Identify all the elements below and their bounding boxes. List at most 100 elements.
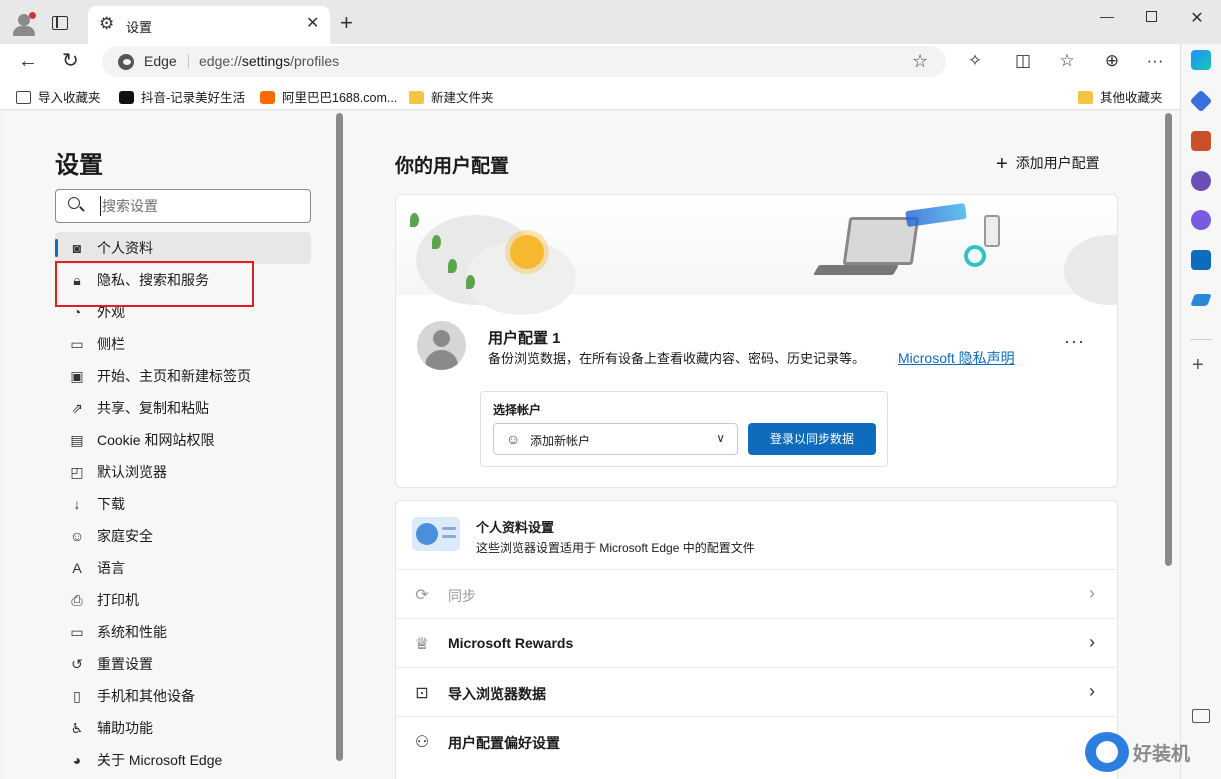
title-bar: ⚙ 设置 ✕ + — ✕ <box>0 0 1221 44</box>
split-screen-icon[interactable]: ◫ <box>1012 51 1034 71</box>
import-data-icon: ⊡ <box>415 685 429 702</box>
close-window-button[interactable]: ✕ <box>1187 8 1207 28</box>
search-settings[interactable] <box>55 189 311 223</box>
maximize-button[interactable] <box>1141 8 1161 25</box>
reload-button[interactable]: ↻ <box>62 49 79 73</box>
profile-settings-description: 这些浏览器设置适用于 Microsoft Edge 中的配置文件 <box>476 541 755 555</box>
laptop-base-illustration <box>813 265 899 275</box>
setting-row-rewards[interactable]: ♕ Microsoft Rewards › <box>396 618 1117 667</box>
setting-row-sync[interactable]: ⟳ 同步 › <box>396 569 1117 618</box>
page-title: 你的用户配置 <box>395 156 510 177</box>
leaf-icon <box>466 275 475 289</box>
add-sidebar-app-icon[interactable]: + <box>1192 354 1204 377</box>
chevron-right-icon: › <box>1089 632 1095 652</box>
nav-item-default-browser[interactable]: ◰ 默认浏览器 <box>55 456 311 488</box>
outlook-icon[interactable] <box>1191 250 1211 270</box>
edge-icon: ◕ <box>72 752 82 768</box>
tools-icon[interactable] <box>1191 131 1211 151</box>
swirl-illustration <box>964 245 986 267</box>
close-tab-icon[interactable]: ✕ <box>306 15 319 33</box>
cookie-icon: ▤ <box>70 431 84 448</box>
nav-item-profiles[interactable]: ◙ 个人资料 <box>55 232 311 264</box>
nav-item-reset[interactable]: ↺ 重置设置 <box>55 648 311 680</box>
system-icon: ▭ <box>70 623 84 640</box>
microsoft365-icon[interactable] <box>1191 210 1211 230</box>
setting-row-import[interactable]: ⊡ 导入浏览器数据 › <box>396 667 1117 716</box>
favorite-item-douyin[interactable]: 抖音-记录美好生活 <box>119 87 245 106</box>
privacy-statement-link[interactable]: Microsoft 隐私声明 <box>898 348 1015 368</box>
shopping-tag-icon[interactable] <box>1189 89 1213 113</box>
account-select-value: 添加新帐户 <box>530 434 591 448</box>
nav-item-languages[interactable]: A 语言 <box>55 552 311 584</box>
sidebar-settings-icon[interactable] <box>1192 709 1210 723</box>
profile-avatar-button[interactable] <box>10 10 38 38</box>
nav-item-family[interactable]: ☺ 家庭安全 <box>55 520 311 552</box>
leaf-icon <box>432 235 441 249</box>
nav-item-phone[interactable]: ▯ 手机和其他设备 <box>55 680 311 712</box>
watermark-eye-icon <box>1085 732 1129 772</box>
nav-item-sidebar[interactable]: ▭ 侧栏 <box>55 328 311 360</box>
extensions-icon[interactable]: ✧ <box>964 51 986 71</box>
favorite-item-alibaba[interactable]: 阿里巴巴1688.com... <box>260 87 397 106</box>
copilot-icon[interactable] <box>1191 50 1211 70</box>
favorite-item-import[interactable]: 导入收藏夹 <box>16 87 101 106</box>
person-icon: ◙ <box>72 240 82 256</box>
import-icon <box>16 91 31 104</box>
nav-item-printers[interactable]: ⎙ 打印机 <box>55 584 311 616</box>
other-favorites-folder[interactable]: 其他收藏夹 <box>1078 87 1163 106</box>
nav-item-cookies[interactable]: ▤ Cookie 和网站权限 <box>55 424 311 456</box>
printer-icon: ⎙ <box>71 591 83 608</box>
profile-settings-card: 个人资料设置 这些浏览器设置适用于 Microsoft Edge 中的配置文件 … <box>395 500 1118 779</box>
new-tab-button[interactable]: + <box>340 12 353 34</box>
add-profile-button[interactable]: + 添加用户配置 <box>996 153 1100 176</box>
tab-actions-icon[interactable] <box>52 16 68 30</box>
phone-illustration <box>984 215 1000 247</box>
profile-prefs-icon: ⚇ <box>414 734 430 751</box>
chevron-right-icon: › <box>1089 583 1095 603</box>
nav-item-start-home[interactable]: ▣ 开始、主页和新建标签页 <box>55 360 311 392</box>
address-divider <box>188 54 189 69</box>
minimize-button[interactable]: — <box>1097 8 1117 24</box>
nav-item-about[interactable]: ◕ 关于 Microsoft Edge <box>55 744 311 776</box>
profile-name: 用户配置 1 <box>488 330 561 347</box>
profile-more-button[interactable]: ··· <box>1064 331 1085 352</box>
cloud-shape <box>1064 235 1117 305</box>
edge-logo-icon <box>118 54 134 70</box>
tab-settings[interactable]: ⚙ 设置 ✕ <box>88 6 330 44</box>
more-menu-icon[interactable]: ··· <box>1144 51 1166 71</box>
send-icon[interactable] <box>1190 294 1212 306</box>
favorites-icon[interactable]: ☆ <box>1056 51 1078 71</box>
nav-item-downloads[interactable]: ↓ 下载 <box>55 488 311 520</box>
back-button[interactable]: ← <box>18 49 38 73</box>
accessibility-icon: ♿︎ <box>70 719 84 736</box>
favorite-item-new-folder[interactable]: 新建文件夹 <box>409 87 494 106</box>
favorite-star-icon[interactable]: ☆ <box>912 51 928 72</box>
profile-settings-title: 个人资料设置 <box>476 520 555 535</box>
search-input[interactable] <box>100 196 300 216</box>
toolbar: ← ↻ Edge edge://settings/profiles ☆ ✧ ◫ … <box>0 44 1180 80</box>
sign-in-sync-button[interactable]: 登录以同步数据 <box>748 423 876 455</box>
share-icon: ⇗ <box>71 399 83 416</box>
chevron-down-icon: ∨ <box>716 431 725 445</box>
trophy-icon: ♕ <box>414 636 430 653</box>
setting-row-profile-prefs[interactable]: ⚇ 用户配置偏好设置 <box>396 716 1117 765</box>
profile-description: 备份浏览数据，在所有设备上查看收藏内容、密码、历史记录等。 <box>488 351 866 366</box>
settings-page: 设置 ◙个人资料 🔒︎隐私、搜索和服务 ◔外观 ▭侧栏 ▣开始、主页和新建标签页… <box>3 111 1180 779</box>
nav-item-accessibility[interactable]: ♿︎ 辅助功能 <box>55 712 311 744</box>
family-icon: ☺ <box>69 528 85 544</box>
collections-icon[interactable]: ⊕ <box>1101 51 1123 71</box>
avatar-body <box>13 26 35 36</box>
nav-item-share[interactable]: ⇗ 共享、复制和粘贴 <box>55 392 311 424</box>
browser-icon: ◰ <box>70 463 84 480</box>
profile-card: 用户配置 1 备份浏览数据，在所有设备上查看收藏内容、密码、历史记录等。 Mic… <box>395 194 1118 488</box>
highlight-annotation-box <box>55 261 254 307</box>
nav-scrollbar[interactable] <box>336 113 343 761</box>
sidebar-divider <box>1190 339 1212 340</box>
account-select[interactable]: ☺ 添加新帐户 ∨ <box>493 423 738 455</box>
plus-icon: + <box>996 153 1008 175</box>
nav-item-system[interactable]: ▭ 系统和性能 <box>55 616 311 648</box>
games-icon[interactable] <box>1191 171 1211 191</box>
account-label: 选择帐户 <box>493 403 542 417</box>
address-bar[interactable]: Edge edge://settings/profiles ☆ <box>102 46 946 77</box>
main-scrollbar[interactable] <box>1165 113 1172 566</box>
